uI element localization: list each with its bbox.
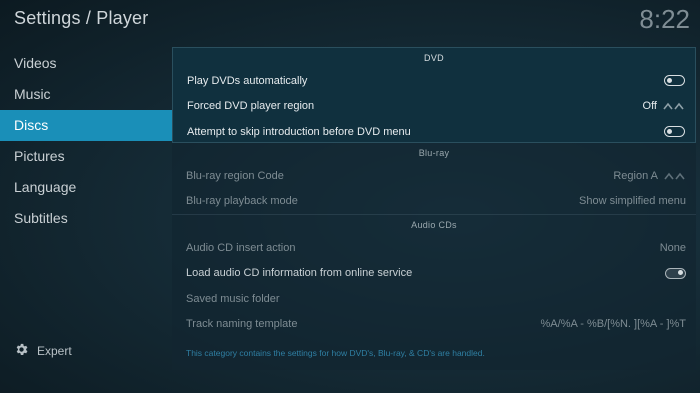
setting-bluray-playback-mode[interactable]: Blu-ray playback mode Show simplified me… (172, 189, 696, 215)
sidebar-item-pictures[interactable]: Pictures (0, 141, 172, 172)
setting-label: Attempt to skip introduction before DVD … (187, 125, 411, 138)
setting-label: Blu-ray region Code (186, 169, 284, 182)
setting-bluray-region-code[interactable]: Blu-ray region Code Region A (172, 163, 696, 189)
section-header-audio-cds: Audio CDs (411, 220, 457, 230)
sidebar-item-language[interactable]: Language (0, 172, 172, 203)
setting-load-cd-info-online[interactable]: Load audio CD information from online se… (172, 261, 696, 287)
toggle-off-icon[interactable] (664, 75, 685, 87)
section-audio-cds: Audio CDs Audio CD insert action None Lo… (172, 214, 696, 337)
setting-label: Play DVDs automatically (187, 74, 308, 87)
toggle-off-icon[interactable] (664, 126, 685, 138)
setting-audio-cd-insert-action[interactable]: Audio CD insert action None (172, 235, 696, 261)
setting-skip-dvd-intro[interactable]: Attempt to skip introduction before DVD … (173, 119, 695, 145)
sidebar-item-music[interactable]: Music (0, 79, 172, 110)
setting-label: Forced DVD player region (187, 100, 315, 113)
setting-saved-music-folder[interactable]: Saved music folder (172, 286, 696, 312)
sidebar-item-subtitles[interactable]: Subtitles (0, 203, 172, 234)
spinner-arrows-icon[interactable] (663, 101, 685, 111)
setting-play-dvds-automatically[interactable]: Play DVDs automatically (173, 68, 695, 94)
setting-value: Off (642, 100, 657, 113)
settings-panel: DVD Play DVDs automatically Forced DVD p… (172, 47, 696, 370)
expert-level-button[interactable]: Expert (14, 342, 72, 360)
category-description: This category contains the settings for … (186, 348, 485, 358)
setting-forced-dvd-region[interactable]: Forced DVD player region Off (173, 94, 695, 120)
setting-value: Show simplified menu (579, 195, 686, 208)
setting-label: Blu-ray playback mode (186, 195, 298, 208)
gear-icon (14, 342, 29, 360)
setting-value: None (659, 241, 686, 254)
setting-label: Audio CD insert action (186, 241, 296, 254)
window-title: Settings / Player (14, 8, 149, 28)
setting-label: Load audio CD information from online se… (186, 267, 413, 280)
section-dvd: DVD Play DVDs automatically Forced DVD p… (172, 47, 696, 143)
section-bluray: Blu-ray Blu-ray region Code Region A Blu… (172, 143, 696, 214)
clock: 8:22 (639, 4, 690, 34)
setting-label: Track naming template (186, 318, 298, 331)
toggle-on-icon[interactable] (665, 267, 686, 279)
sidebar: Videos Music Discs Pictures Language Sub… (0, 48, 172, 234)
expert-label: Expert (37, 344, 72, 358)
section-header-dvd: DVD (424, 53, 444, 63)
sidebar-item-videos[interactable]: Videos (0, 48, 172, 79)
setting-track-naming-template[interactable]: Track naming template %A/%A - %B/[%N. ][… (172, 312, 696, 338)
sidebar-item-discs[interactable]: Discs (0, 110, 172, 141)
setting-value: %A/%A - %B/[%N. ][%A - ]%T (540, 318, 686, 331)
setting-label: Saved music folder (186, 292, 280, 305)
spinner-arrows-icon[interactable] (664, 171, 686, 181)
setting-value: Region A (613, 169, 658, 182)
section-header-bluray: Blu-ray (418, 148, 450, 158)
